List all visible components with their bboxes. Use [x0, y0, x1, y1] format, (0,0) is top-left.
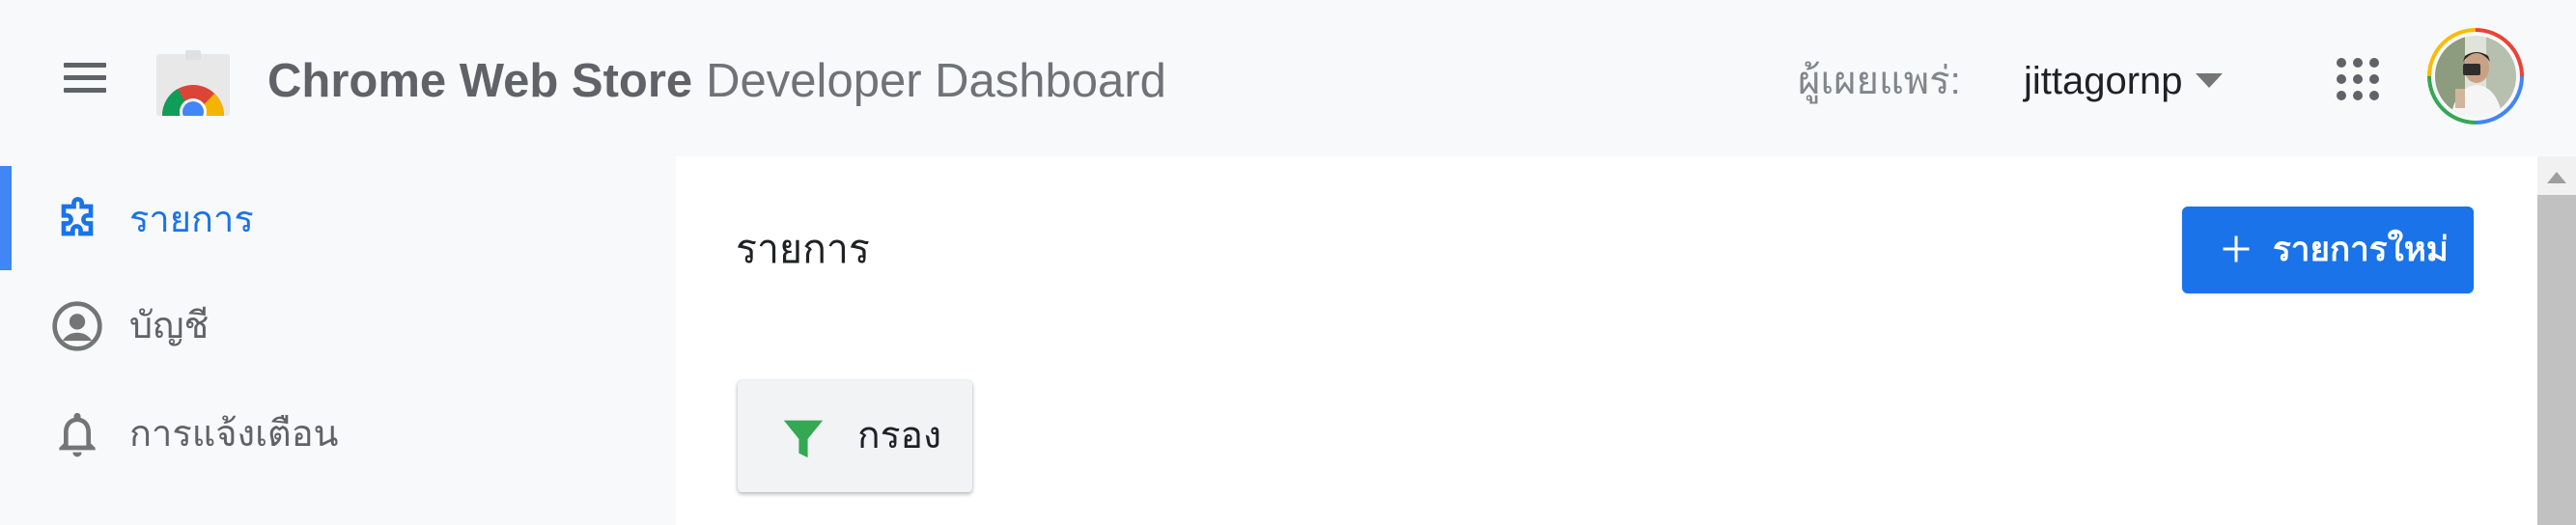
hamburger-menu-icon[interactable]: [62, 60, 108, 95]
google-apps-grid-icon[interactable]: [2335, 56, 2381, 102]
sidebar-item-account[interactable]: บัญชี: [0, 264, 676, 373]
new-item-button[interactable]: รายการใหม่: [2182, 207, 2474, 293]
puzzle-extension-icon: [61, 197, 94, 236]
brand-name: Chrome Web Store: [267, 55, 693, 107]
sidebar-item-label: บัญชี: [129, 306, 210, 346]
chrome-web-store-logo[interactable]: [156, 50, 230, 116]
scroll-up-arrow-icon[interactable]: [2541, 164, 2572, 191]
sidebar: รายการ บัญชี การแจ้งเตือน: [0, 156, 676, 525]
publisher-dropdown[interactable]: jittagornp: [2018, 50, 2240, 112]
filter-button[interactable]: กรอง: [738, 380, 972, 492]
account-circle-icon: [52, 301, 102, 351]
bell-icon: [59, 412, 96, 457]
filter-funnel-icon: [783, 420, 824, 458]
app-header: Chrome Web Store Developer Dashboard ผู้เ…: [0, 0, 2576, 156]
page-title: รายการ: [736, 227, 870, 271]
account-avatar[interactable]: [2426, 27, 2525, 125]
sidebar-item-label: การแจ้งเตือน: [129, 414, 339, 455]
sidebar-item-label: รายการ: [129, 200, 254, 240]
sidebar-item-items[interactable]: รายการ: [0, 156, 676, 270]
publisher-name: jittagornp: [2024, 60, 2183, 102]
new-item-label: รายการใหม่: [2273, 231, 2449, 268]
active-indicator: [0, 166, 12, 270]
plus-icon: [2223, 235, 2250, 262]
dropdown-caret-icon: [2196, 73, 2223, 88]
scrollbar-thumb[interactable]: [2537, 195, 2576, 525]
brand-subtitle: Developer Dashboard: [706, 55, 1166, 107]
main-content: รายการ รายการใหม่ กรอง: [676, 156, 2537, 525]
sidebar-item-notifications[interactable]: การแจ้งเตือน: [0, 373, 676, 481]
app-title: Chrome Web Store Developer Dashboard: [267, 50, 1166, 112]
publisher-label: ผู้เผยแพร่:: [1798, 60, 1961, 102]
filter-label: กรอง: [857, 415, 942, 456]
